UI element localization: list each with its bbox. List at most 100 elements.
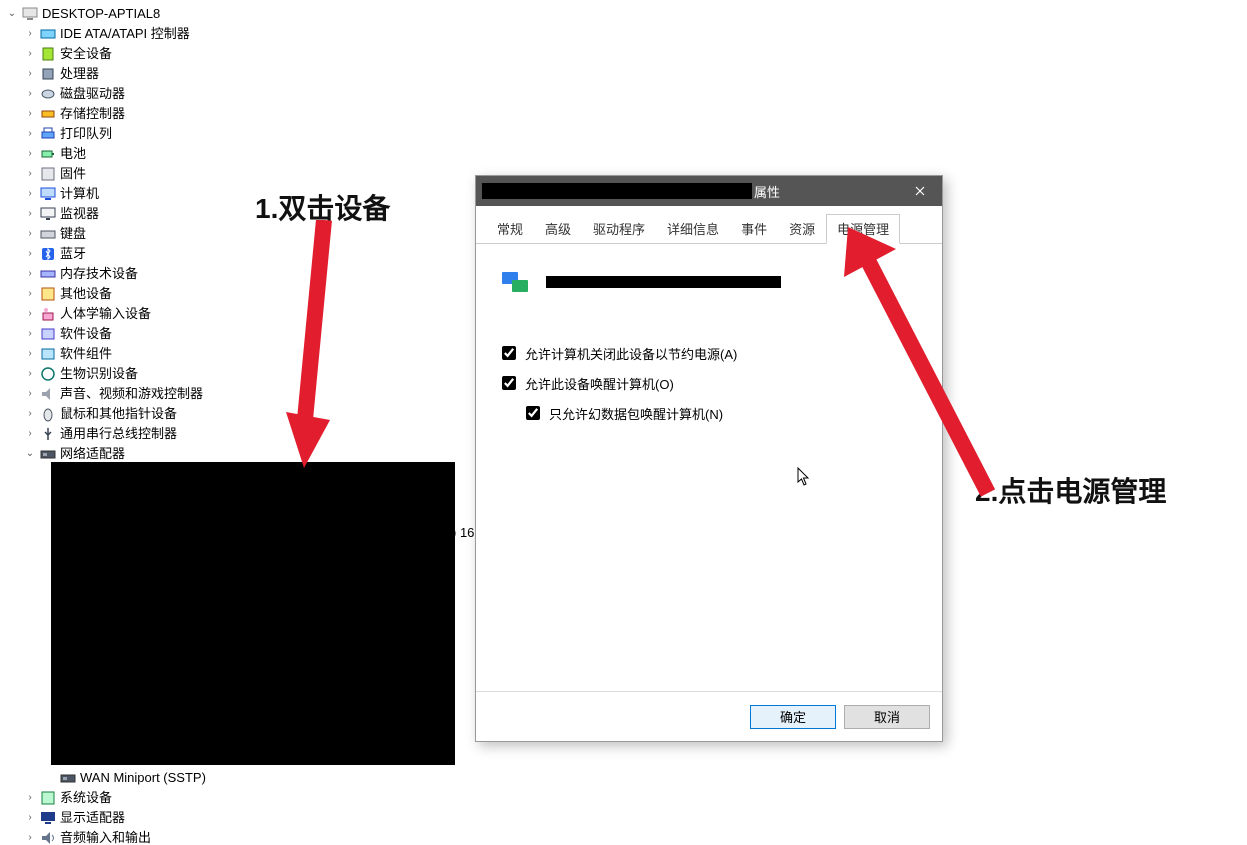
annotation-arrow-1 [282,220,342,470]
chevron-right-icon[interactable]: › [24,24,36,44]
dialog-title-suffix: 属性 [754,182,780,201]
tree-node-label: 电池 [60,144,86,164]
security-icon [40,46,56,62]
audio-icon [40,830,56,845]
printer-icon [40,126,56,142]
tree-node[interactable]: › 处理器 [4,64,1247,84]
tree-node-label: 处理器 [60,64,99,84]
tree-node[interactable]: › 打印队列 [4,124,1247,144]
dialog-titlebar[interactable]: 属性 [476,176,942,206]
chevron-right-icon[interactable]: › [24,808,36,828]
tree-node-label: 声音、视频和游戏控制器 [60,384,203,404]
tree-node-label: 网络适配器 [60,444,125,464]
chevron-right-icon[interactable]: › [24,424,36,444]
tab-2[interactable]: 驱动程序 [582,214,656,243]
chevron-right-icon[interactable]: › [24,324,36,344]
cancel-button[interactable]: 取消 [844,705,930,729]
other-icon [40,286,56,302]
chevron-right-icon[interactable]: › [24,344,36,364]
chevron-right-icon[interactable]: › [24,144,36,164]
checkbox-input[interactable] [502,346,516,360]
tree-node-label: 内存技术设备 [60,264,138,284]
tree-node-label: 安全设备 [60,44,112,64]
tree-node-label: 监视器 [60,204,99,224]
tab-3[interactable]: 详细信息 [656,214,730,243]
tree-node-label: 软件组件 [60,344,112,364]
battery-icon [40,146,56,162]
computer-icon [22,6,38,22]
chevron-right-icon[interactable]: › [24,64,36,84]
tree-node[interactable]: › 系统设备 [4,788,1247,808]
tree-node-label: 计算机 [60,184,99,204]
tree-node-label: 存储控制器 [60,104,125,124]
tree-node-label: 生物识别设备 [60,364,138,384]
mouse-icon [40,406,56,422]
redacted-device-name [546,276,781,288]
chevron-down-icon[interactable]: ⌄ [24,444,36,464]
chevron-right-icon[interactable]: › [24,224,36,244]
redacted-title [482,183,752,199]
chevron-right-icon[interactable]: › [24,84,36,104]
close-button[interactable] [898,176,942,206]
chevron-right-icon[interactable]: › [24,264,36,284]
tree-node-label: 固件 [60,164,86,184]
tree-node-label: IDE ATA/ATAPI 控制器 [60,24,190,44]
chevron-right-icon[interactable]: › [24,124,36,144]
chevron-right-icon[interactable]: › [24,204,36,224]
tree-child-wan-sstp[interactable]: WAN Miniport (SSTP) [4,768,1247,788]
tab-0[interactable]: 常规 [486,214,534,243]
chevron-right-icon[interactable]: › [24,364,36,384]
chevron-right-icon[interactable]: › [24,404,36,424]
tree-node[interactable]: › 磁盘驱动器 [4,84,1247,104]
checkbox-input[interactable] [502,376,516,390]
tab-5[interactable]: 资源 [778,214,826,243]
chevron-right-icon[interactable]: › [24,284,36,304]
tree-node[interactable]: › 音频输入和输出 [4,828,1247,845]
tab-4[interactable]: 事件 [730,214,778,243]
sound-icon [40,386,56,402]
tree-node-label: 磁盘驱动器 [60,84,125,104]
chevron-right-icon[interactable]: › [24,104,36,124]
tree-node-label: 通用串行总线控制器 [60,424,177,444]
chevron-right-icon[interactable]: › [24,828,36,845]
software-icon [40,326,56,342]
keyboard-icon [40,226,56,242]
disk-icon [40,86,56,102]
chevron-right-icon[interactable]: › [24,304,36,324]
tree-root-label: DESKTOP-APTIAL8 [42,4,160,24]
ok-button[interactable]: 确定 [750,705,836,729]
checkbox-label: 允许此设备唤醒计算机(O) [525,374,674,393]
chevron-right-icon[interactable]: › [24,244,36,264]
chevron-right-icon[interactable]: › [24,164,36,184]
usb-icon [40,426,56,442]
tree-node-label: 系统设备 [60,788,112,808]
cursor-icon [797,467,811,487]
tree-node[interactable]: › 电池 [4,144,1247,164]
chevron-right-icon[interactable]: › [24,44,36,64]
display-icon [40,810,56,826]
chevron-right-icon[interactable]: › [24,184,36,204]
tree-node[interactable]: › 安全设备 [4,44,1247,64]
tree-node[interactable]: › 存储控制器 [4,104,1247,124]
dialog-button-bar: 确定 取消 [476,691,942,741]
tree-node-label: 音频输入和输出 [60,828,151,845]
tree-node-label: 软件设备 [60,324,112,344]
tree-node[interactable]: ›显示适配器 [4,808,1247,828]
tree-node-label: 打印队列 [60,124,112,144]
tree-root[interactable]: ⌄ DESKTOP-APTIAL8 [4,4,1247,24]
tree-node-label: 其他设备 [60,284,112,304]
chevron-right-icon[interactable]: › [24,788,36,808]
ide-icon [40,26,56,42]
tree-node[interactable]: › IDE ATA/ATAPI 控制器 [4,24,1247,44]
chevron-right-icon[interactable]: › [24,384,36,404]
redacted-area [51,462,455,765]
tab-1[interactable]: 高级 [534,214,582,243]
firmware-icon [40,166,56,182]
tree-node-label: 键盘 [60,224,86,244]
hid-icon [40,306,56,322]
chevron-down-icon[interactable]: ⌄ [6,4,18,24]
checkbox-input[interactable] [526,406,540,420]
network-adapter-icon [500,268,532,296]
cpu-icon [40,66,56,82]
tree-node-label: 蓝牙 [60,244,86,264]
